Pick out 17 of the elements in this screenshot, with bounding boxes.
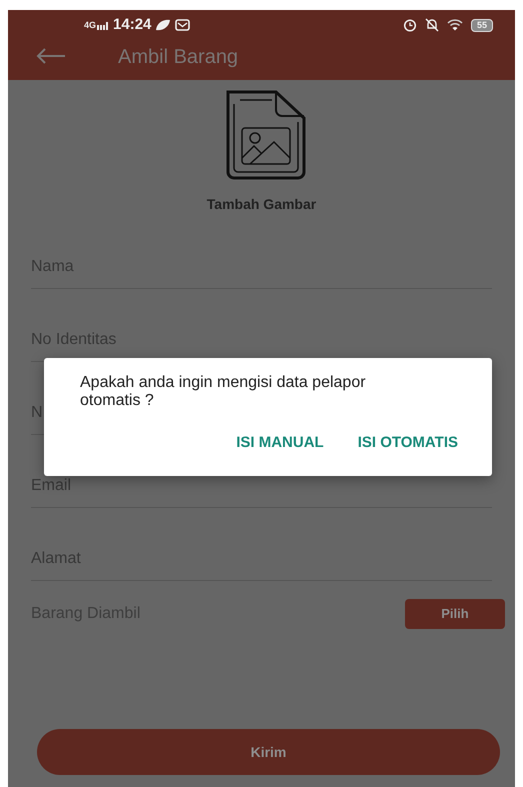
screen-title: Ambil Barang bbox=[118, 45, 238, 70]
network-type: 4G bbox=[84, 20, 96, 30]
leaf-icon bbox=[155, 19, 172, 31]
muted-bell-icon bbox=[424, 18, 439, 32]
signal-icon bbox=[97, 20, 110, 30]
mail-icon bbox=[175, 19, 190, 31]
add-image-label[interactable]: Tambah Gambar bbox=[206, 194, 316, 215]
dialog-button[interactable]: ISI MANUAL bbox=[230, 428, 330, 458]
battery-icon: 55 bbox=[470, 18, 493, 32]
submit-button[interactable]: Kirim bbox=[37, 729, 500, 775]
alarm-icon bbox=[402, 18, 417, 32]
dialog-button[interactable]: ISI OTOMATIS bbox=[352, 428, 464, 458]
back-arrow-icon[interactable] bbox=[36, 48, 66, 64]
status-time: 14:24 bbox=[113, 14, 152, 35]
dialog-message: Apakah anda ingin mengisi data pelapor otomatis ? bbox=[80, 374, 367, 411]
wifi-icon bbox=[446, 19, 463, 31]
choose-button[interactable]: Pilih bbox=[405, 599, 505, 629]
